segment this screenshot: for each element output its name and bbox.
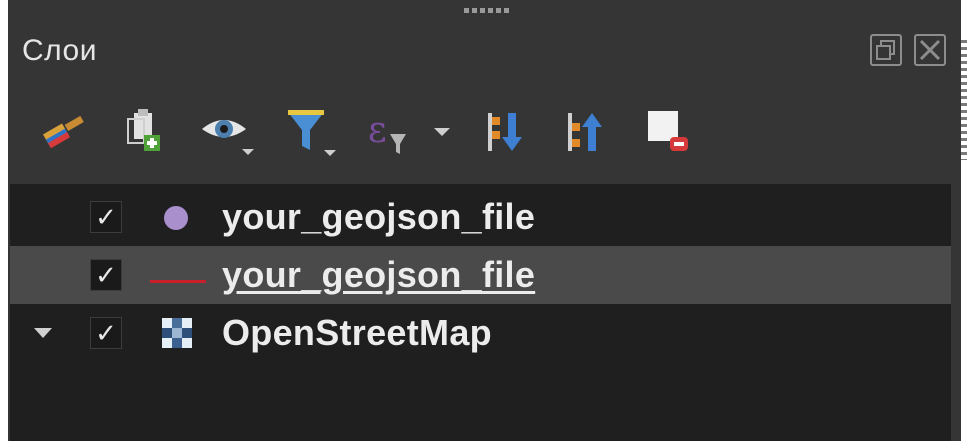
layer-row-point[interactable]: ✓ your_geojson_file bbox=[10, 188, 951, 246]
layer-row-line[interactable]: ✓ your_geojson_file bbox=[10, 246, 951, 304]
collapse-all-icon[interactable] bbox=[562, 100, 614, 164]
close-window-icon[interactable] bbox=[914, 34, 946, 66]
svg-text:ε: ε bbox=[368, 110, 387, 151]
layer-name: your_geojson_file bbox=[222, 196, 536, 237]
panel-title: Слои bbox=[22, 34, 97, 67]
raster-layer-icon bbox=[158, 314, 198, 359]
filter-funnel-icon[interactable] bbox=[284, 100, 344, 164]
visibility-eye-icon[interactable] bbox=[198, 100, 262, 164]
filter-expression-icon[interactable]: ε bbox=[364, 100, 460, 164]
add-group-icon[interactable] bbox=[118, 100, 170, 164]
layer-name: your_geojson_file bbox=[222, 254, 536, 295]
restore-window-icon[interactable] bbox=[870, 34, 902, 66]
line-symbol-icon bbox=[150, 272, 206, 290]
point-symbol-icon bbox=[162, 204, 190, 237]
layers-panel: Слои ε ✓ your_geojson_file ✓ your_geojso… bbox=[8, 0, 961, 441]
layer-tree: ✓ your_geojson_file ✓ your_geojson_file … bbox=[10, 184, 951, 441]
chevron-down-icon[interactable] bbox=[34, 328, 52, 338]
layers-toolbar: ε bbox=[30, 100, 730, 164]
layer-name: OpenStreetMap bbox=[222, 312, 492, 353]
layer-row-raster[interactable]: ✓ OpenStreetMap bbox=[10, 304, 951, 362]
splitter-handle[interactable] bbox=[961, 40, 967, 160]
layer-visibility-checkbox[interactable]: ✓ bbox=[90, 201, 122, 233]
remove-layer-icon[interactable] bbox=[642, 100, 698, 164]
style-brush-icon[interactable] bbox=[38, 100, 90, 164]
layer-visibility-checkbox[interactable]: ✓ bbox=[90, 317, 122, 349]
expand-all-icon[interactable] bbox=[482, 100, 534, 164]
layer-visibility-checkbox[interactable]: ✓ bbox=[90, 259, 122, 291]
drag-handle[interactable] bbox=[464, 8, 524, 16]
